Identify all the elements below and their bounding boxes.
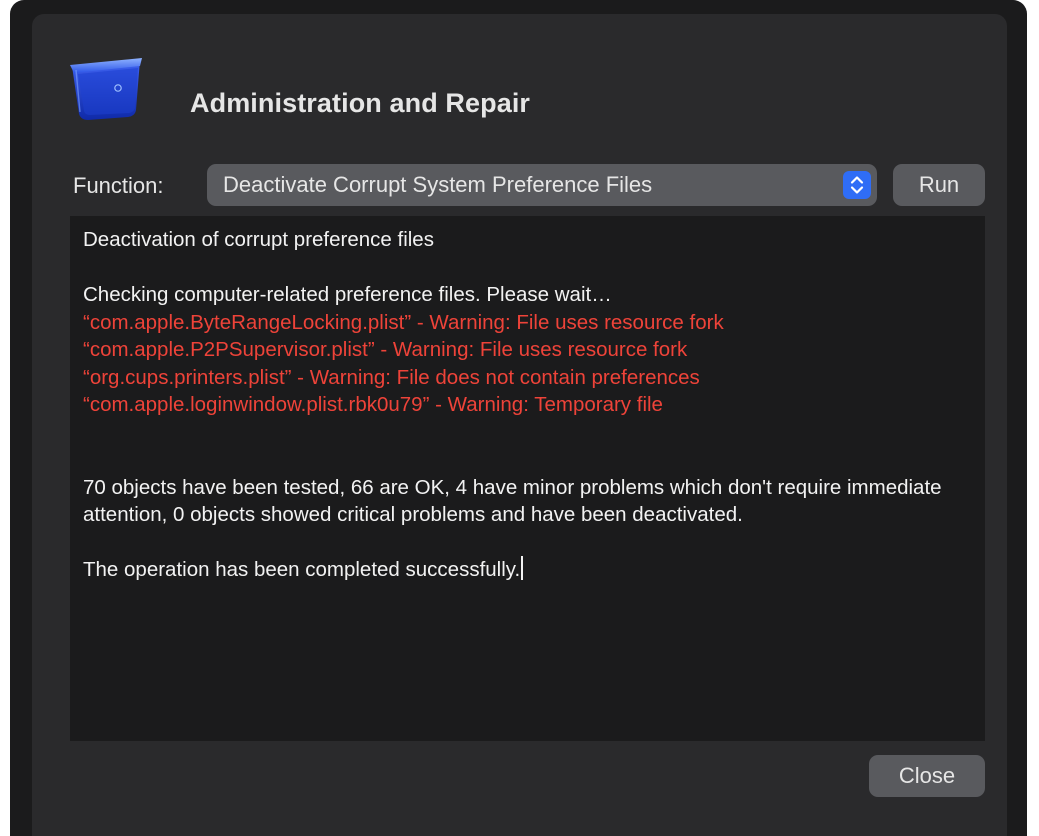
up-down-chevron-icon: [843, 171, 871, 199]
log-warning-line: “com.apple.P2PSupervisor.plist” - Warnin…: [83, 338, 688, 361]
close-button[interactable]: Close: [869, 755, 985, 797]
log-checking-line: Checking computer-related preference fil…: [83, 283, 612, 306]
log-result: The operation has been completed success…: [83, 558, 521, 581]
blue-bin-icon: [70, 58, 142, 120]
function-select[interactable]: Deactivate Corrupt System Preference Fil…: [207, 164, 877, 206]
function-label: Function:: [73, 173, 164, 198]
log-text-area[interactable]: Deactivation of corrupt preference files…: [70, 216, 985, 741]
function-select-value: Deactivate Corrupt System Preference Fil…: [223, 172, 653, 197]
log-summary: 70 objects have been tested, 66 are OK, …: [83, 475, 942, 527]
log-warning-line: “com.apple.loginwindow.plist.rbk0u79” - …: [83, 393, 663, 416]
dialog-title: Administration and Repair: [190, 88, 531, 118]
log-warning-line: “org.cups.printers.plist” - Warning: Fil…: [83, 365, 700, 389]
text-caret: [521, 556, 523, 580]
log-result-line: The operation has been completed success…: [83, 556, 972, 584]
log-heading: Deactivation of corrupt preference files: [83, 228, 434, 251]
run-button[interactable]: Run: [893, 164, 985, 206]
log-warning-line: “com.apple.ByteRangeLocking.plist” - War…: [83, 310, 724, 334]
